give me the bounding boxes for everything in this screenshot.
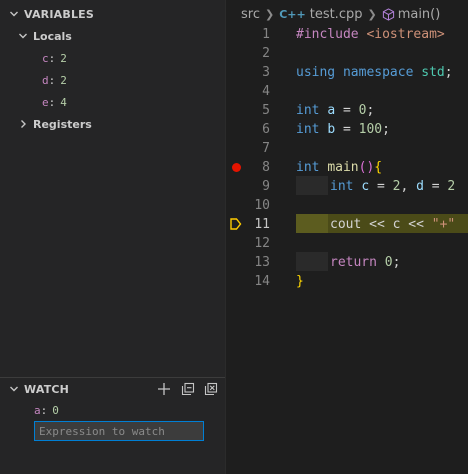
- tree-item-locals[interactable]: Locals: [0, 25, 225, 47]
- code-line: using namespace std;: [296, 65, 453, 80]
- indent-guide: [296, 176, 328, 195]
- code-line: int c = 2, d = 2: [330, 179, 456, 194]
- variable-name: e: [42, 95, 49, 109]
- indent-guide: [296, 214, 328, 233]
- variable-row[interactable]: d: 2: [0, 69, 225, 91]
- add-expression-button[interactable]: [156, 381, 172, 397]
- watch-expression-value: 0: [52, 403, 59, 417]
- collapse-all-button[interactable]: [180, 381, 196, 397]
- method-cube-icon: [382, 7, 398, 21]
- line-number: 13: [254, 255, 270, 270]
- variable-row[interactable]: e: 4: [0, 91, 225, 113]
- code-line: int b = 100;: [296, 122, 390, 137]
- variables-section-header[interactable]: VARIABLES: [0, 3, 225, 25]
- variable-value: 2: [60, 73, 67, 87]
- line-number: 14: [254, 274, 270, 289]
- line-number: 2: [262, 46, 270, 61]
- watch-expression-input[interactable]: [34, 421, 204, 441]
- remove-all-expressions-button[interactable]: [203, 381, 219, 397]
- collapse-all-icon: [181, 382, 195, 396]
- chevron-right-icon: ❯: [264, 7, 275, 21]
- variable-row[interactable]: c: 2: [0, 47, 225, 69]
- variable-name: d: [42, 73, 49, 87]
- indent-guide: [296, 252, 328, 271]
- debug-sidebar: VARIABLES Locals c: 2 d: 2 e: 4 Register…: [0, 0, 226, 474]
- watch-expression-name: a: [34, 403, 41, 417]
- variable-value: 2: [60, 51, 67, 65]
- code-line: }: [296, 274, 304, 289]
- chevron-right-icon: [15, 116, 31, 132]
- add-icon: [158, 383, 170, 395]
- breadcrumb-folder[interactable]: src: [241, 7, 260, 22]
- line-number: 5: [262, 103, 270, 118]
- code-line: int a = 0;: [296, 103, 375, 118]
- variable-value: 4: [60, 95, 67, 109]
- close-all-icon: [204, 382, 218, 396]
- code-editor[interactable]: src ❯ C++ test.cpp ❯ main() 1 2 3 4 5 6 …: [226, 0, 468, 474]
- code-line: int main(){: [296, 160, 383, 175]
- line-number: 4: [262, 84, 270, 99]
- line-number: 3: [262, 65, 270, 80]
- line-number: 12: [254, 236, 270, 251]
- line-number: 8: [262, 160, 270, 175]
- breadcrumb: src ❯ C++ test.cpp ❯ main(): [241, 4, 440, 24]
- tree-item-registers[interactable]: Registers: [0, 113, 225, 135]
- line-number: 9: [262, 179, 270, 194]
- line-number: 6: [262, 122, 270, 137]
- chevron-down-icon: [6, 6, 22, 22]
- code-line: cout << c << "+": [330, 217, 456, 232]
- registers-label: Registers: [33, 117, 92, 131]
- line-number: 7: [262, 141, 270, 156]
- breadcrumb-file[interactable]: test.cpp: [310, 7, 363, 22]
- chevron-down-icon: [6, 381, 22, 397]
- variables-title: VARIABLES: [24, 7, 94, 21]
- chevron-right-icon: ❯: [367, 7, 377, 21]
- line-number: 10: [254, 198, 270, 213]
- cpp-file-icon: C++: [279, 7, 306, 21]
- variable-name: c: [42, 51, 49, 65]
- code-line: return 0;: [330, 255, 401, 270]
- locals-label: Locals: [33, 29, 72, 43]
- line-number: 1: [262, 27, 270, 42]
- watch-expression-row[interactable]: a: 0: [0, 399, 225, 421]
- chevron-down-icon: [15, 28, 31, 44]
- watch-title: WATCH: [24, 382, 70, 396]
- line-number: 11: [254, 217, 270, 232]
- breadcrumb-symbol[interactable]: main(): [398, 7, 441, 22]
- code-line: #include <iostream>: [296, 27, 445, 42]
